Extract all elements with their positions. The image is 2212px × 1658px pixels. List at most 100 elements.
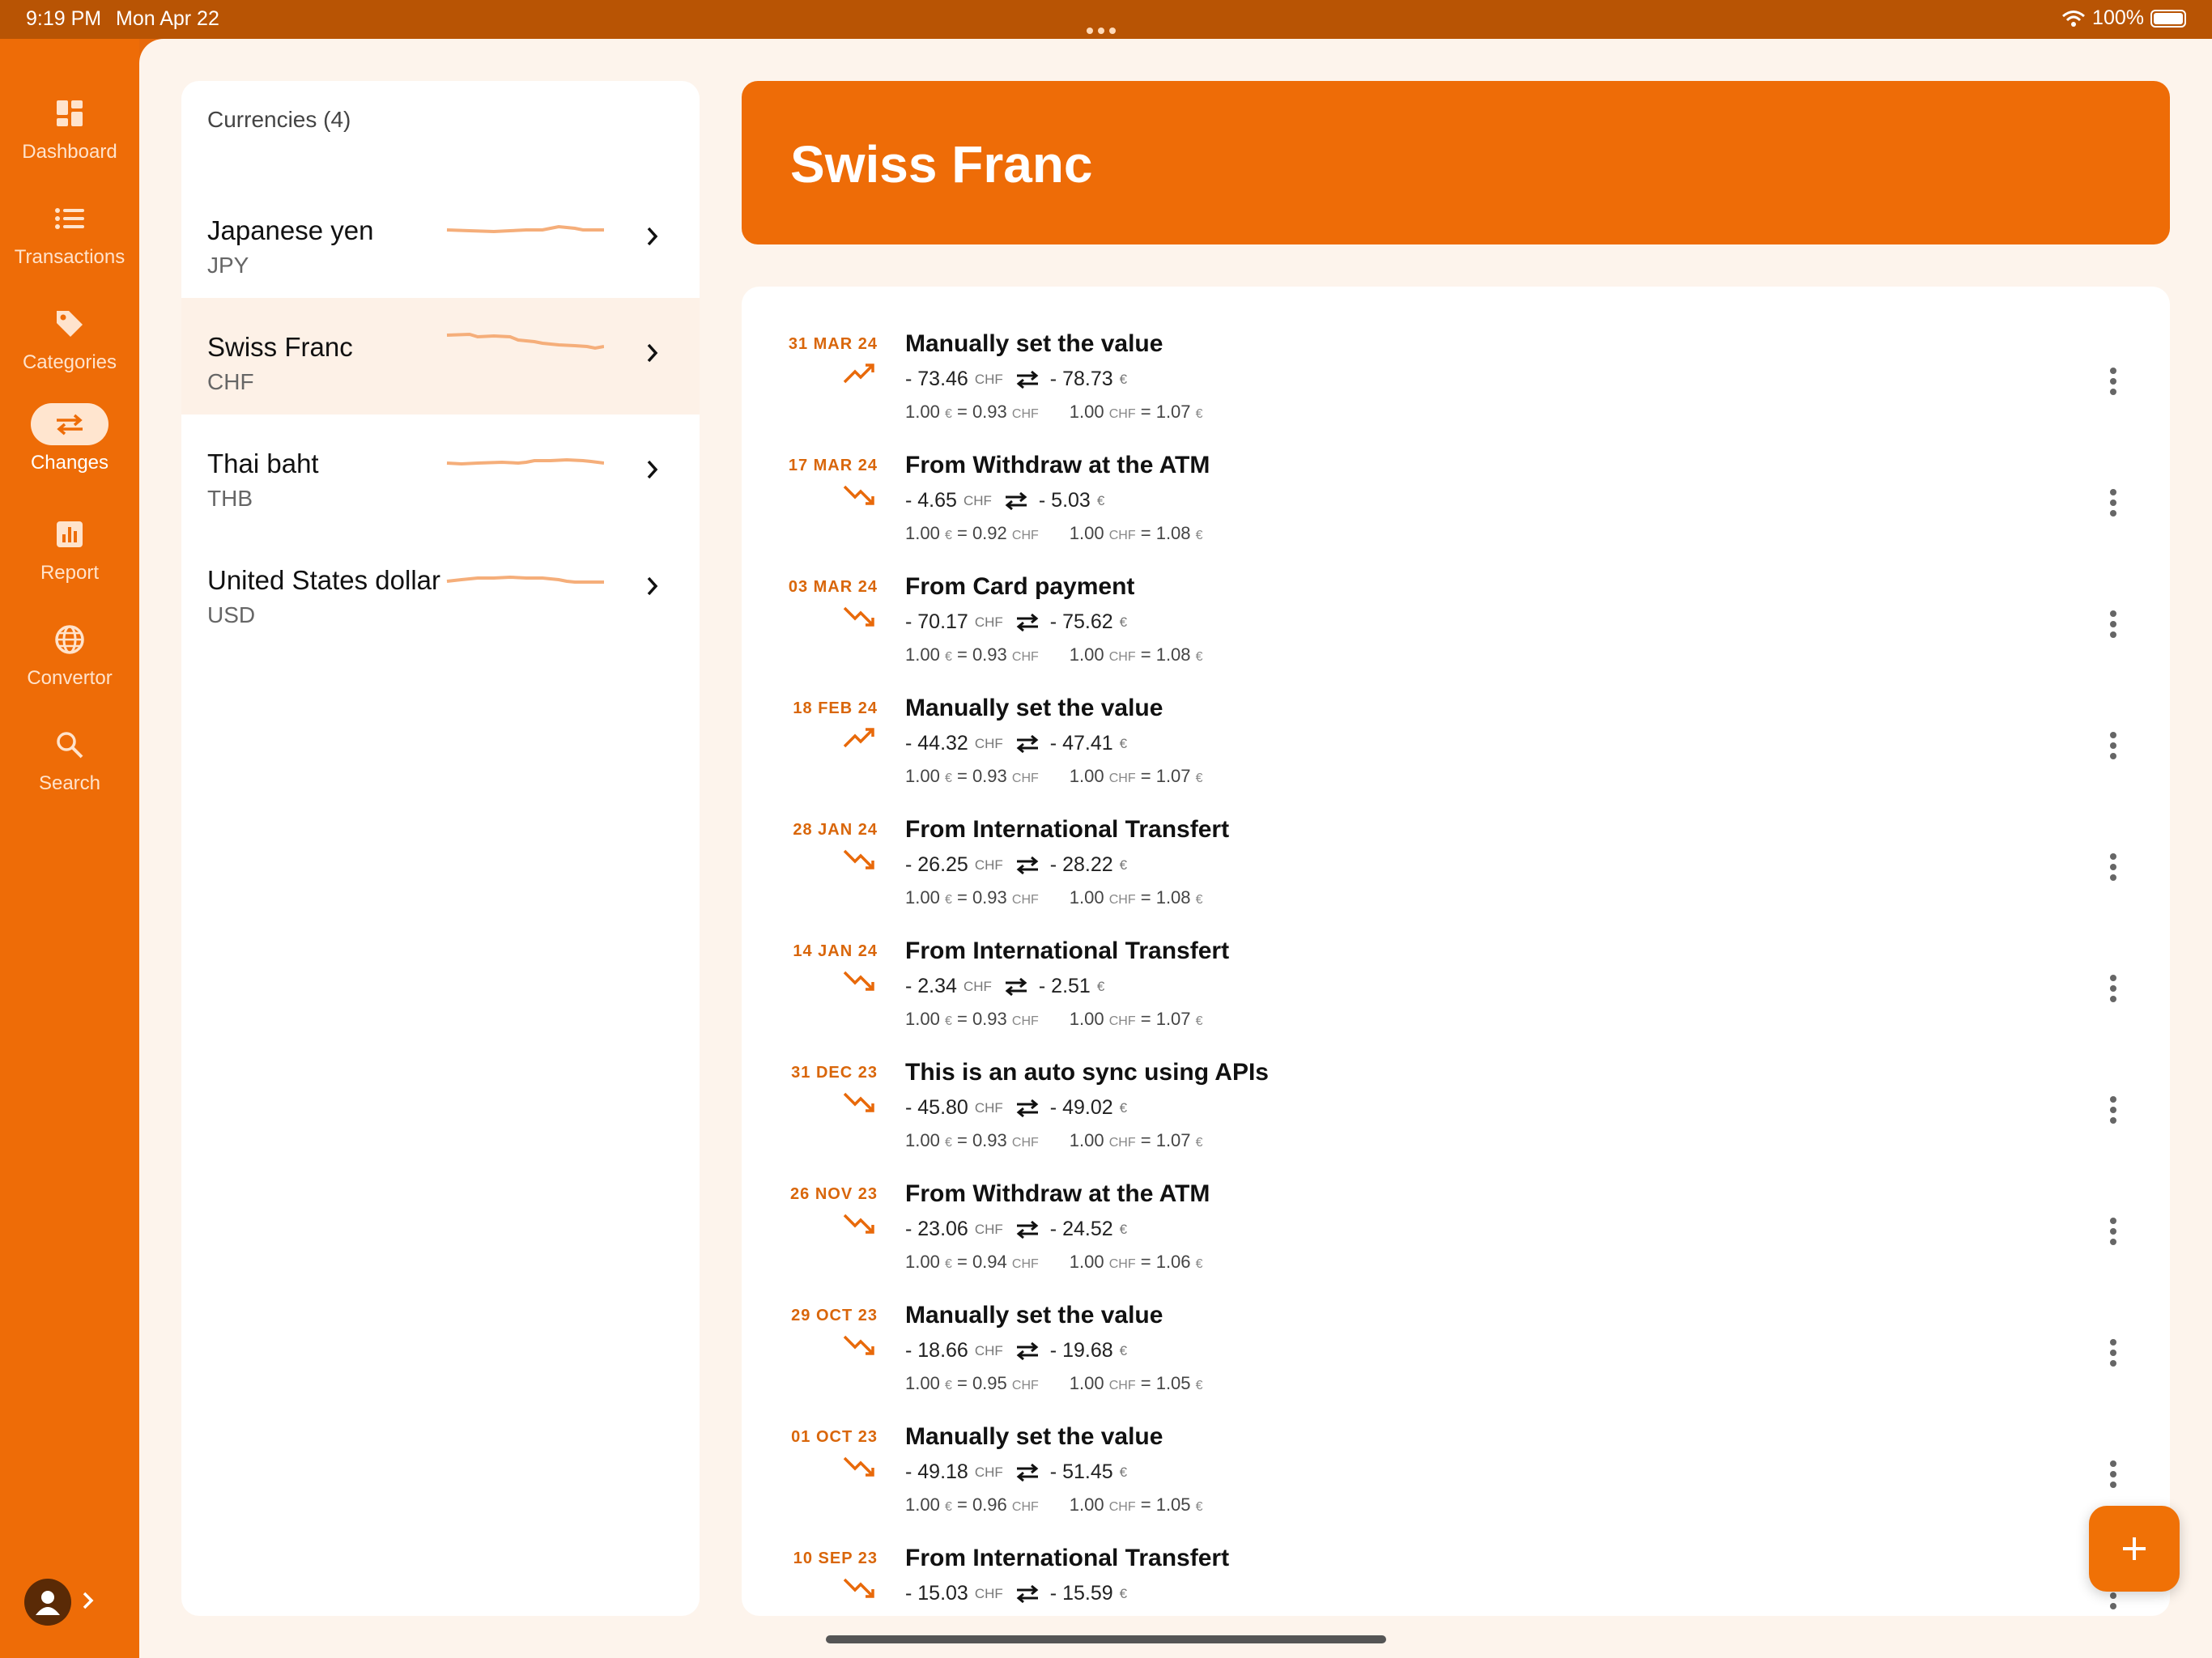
amount-eur: - 24.52 — [1049, 1218, 1113, 1240]
sidebar-item-label: Convertor — [27, 667, 113, 689]
swap-icon — [1005, 491, 1027, 510]
sidebar-item-convertor[interactable]: Convertor — [0, 619, 139, 690]
sidebar-item-dashboard[interactable]: Dashboard — [0, 92, 139, 164]
avatar[interactable] — [24, 1579, 71, 1626]
trend-down-icon — [843, 1578, 874, 1598]
transaction-row[interactable]: 01 OCT 23 Manually set the value - 49.18 CH… — [742, 1380, 2170, 1515]
trend-down-icon — [843, 485, 874, 505]
currency-row-thb[interactable]: Thai baht THB — [181, 414, 700, 531]
amount-chf: - 2.34 — [905, 975, 957, 997]
transaction-row[interactable]: 14 JAN 24 From International Transfert - 2… — [742, 894, 2170, 1029]
amount-eur: - 75.62 — [1049, 610, 1113, 633]
currency-row-jpy[interactable]: Japanese yen JPY — [181, 181, 700, 298]
chevron-right-icon[interactable] — [81, 1590, 96, 1611]
trend-down-icon — [843, 1092, 874, 1112]
more-options-icon[interactable] — [2108, 1096, 2118, 1125]
transaction-title: From Card payment — [905, 573, 1135, 600]
add-button[interactable] — [2089, 1506, 2180, 1592]
more-options-icon[interactable] — [2108, 368, 2118, 397]
transaction-list: 31 MAR 24 Manually set the value - 73.46 CH… — [742, 287, 2170, 1616]
status-right: 100% — [2061, 6, 2186, 30]
more-options-icon[interactable] — [2108, 610, 2118, 640]
sidebar-item-transactions[interactable]: Transactions — [0, 198, 139, 269]
unit-chf: CHF — [974, 1221, 1003, 1237]
unit-eur: € — [1119, 1464, 1128, 1480]
amount-eur: - 49.02 — [1049, 1096, 1113, 1119]
list-icon — [31, 198, 108, 240]
sidebar-item-label: Categories — [22, 351, 117, 373]
transaction-row[interactable]: 17 MAR 24 From Withdraw at the ATM - 4.65 C… — [742, 408, 2170, 543]
status-bar: 9:19 PM Mon Apr 22 100% — [0, 0, 2212, 39]
more-options-icon[interactable] — [2108, 1339, 2118, 1368]
sparkline — [446, 575, 604, 584]
currency-row-usd[interactable]: United States dollar USD — [181, 531, 700, 648]
transaction-date: 01 OCT 23 — [791, 1428, 878, 1446]
sidebar-item-report[interactable]: Report — [0, 513, 139, 585]
transaction-title: Manually set the value — [905, 1423, 1163, 1450]
multitasking-dots[interactable] — [1087, 16, 1125, 34]
currency-list-header: Currencies (4) — [207, 107, 351, 132]
transaction-date: 28 JAN 24 — [793, 821, 878, 839]
amount-chf: - 44.32 — [905, 732, 968, 755]
transaction-row[interactable]: 31 MAR 24 Manually set the value - 73.46 CH… — [742, 287, 2170, 422]
more-options-icon[interactable] — [2108, 1218, 2118, 1247]
amount-chf: - 26.25 — [905, 853, 968, 876]
transaction-amounts: - 2.34 CHF - 2.51 € — [905, 975, 1104, 998]
more-options-icon[interactable] — [2108, 975, 2118, 1004]
transaction-row[interactable]: 18 FEB 24 Manually set the value - 44.32 CH… — [742, 651, 2170, 786]
unit-chf: CHF — [974, 1585, 1003, 1601]
unit-chf: CHF — [974, 857, 1003, 873]
transaction-row[interactable]: 03 MAR 24 From Card payment - 70.17 CHF - 75… — [742, 529, 2170, 665]
plus-icon — [2123, 1537, 2146, 1560]
transaction-date: 10 SEP 23 — [793, 1550, 878, 1567]
sparkline — [446, 224, 604, 234]
more-options-icon[interactable] — [2108, 853, 2118, 882]
transaction-amounts: - 70.17 CHF - 75.62 € — [905, 610, 1127, 634]
transaction-amounts: - 73.46 CHF - 78.73 € — [905, 368, 1127, 391]
transaction-amounts: - 45.80 CHF - 49.02 € — [905, 1096, 1127, 1120]
amount-chf: - 18.66 — [905, 1339, 968, 1362]
trend-down-icon — [843, 1335, 874, 1355]
transaction-row[interactable]: 31 DEC 23 This is an auto sync using APIs… — [742, 1015, 2170, 1150]
transaction-row[interactable]: 28 JAN 24 From International Transfert - 2… — [742, 772, 2170, 908]
search-icon — [31, 724, 108, 766]
transaction-date: 03 MAR 24 — [788, 578, 878, 596]
more-options-icon[interactable] — [2108, 1460, 2118, 1490]
amount-eur: - 78.73 — [1049, 368, 1113, 390]
amount-chf: - 23.06 — [905, 1218, 968, 1240]
amount-chf: - 70.17 — [905, 610, 968, 633]
currency-name: Thai baht — [207, 449, 319, 478]
unit-eur: € — [1119, 614, 1128, 630]
transaction-row[interactable]: 29 OCT 23 Manually set the value - 18.66 CH… — [742, 1258, 2170, 1393]
page-title: Swiss Franc — [790, 135, 1093, 193]
sidebar-item-categories[interactable]: Categories — [0, 303, 139, 374]
transaction-row[interactable]: 26 NOV 23 From Withdraw at the ATM - 23.06… — [742, 1137, 2170, 1272]
chevron-right-icon — [647, 576, 658, 596]
globe-icon — [31, 619, 108, 661]
home-indicator — [826, 1635, 1386, 1643]
transaction-row[interactable]: 10 SEP 23 From International Transfert - 1… — [742, 1501, 2170, 1616]
trend-down-icon — [843, 1214, 874, 1234]
transaction-title: This is an auto sync using APIs — [905, 1059, 1269, 1086]
sidebar-item-changes[interactable]: Changes — [0, 403, 139, 474]
amount-eur: - 5.03 — [1038, 489, 1091, 512]
transaction-amounts: - 15.03 CHF - 15.59 € — [905, 1582, 1127, 1605]
currency-row-chf[interactable]: Swiss Franc CHF — [181, 298, 700, 414]
swap-icon — [31, 403, 108, 445]
more-options-icon[interactable] — [2108, 732, 2118, 761]
swap-icon — [1016, 370, 1039, 389]
sidebar-item-search[interactable]: Search — [0, 724, 139, 795]
chevron-right-icon — [647, 343, 658, 363]
currency-code: JPY — [207, 253, 249, 278]
unit-chf: CHF — [963, 978, 992, 994]
sparkline — [446, 457, 604, 466]
sidebar-item-label: Report — [40, 562, 100, 584]
unit-chf: CHF — [974, 371, 1003, 387]
transaction-amounts: - 23.06 CHF - 24.52 € — [905, 1218, 1127, 1241]
currency-name: Japanese yen — [207, 215, 374, 245]
transaction-amounts: - 49.18 CHF - 51.45 € — [905, 1460, 1127, 1484]
more-options-icon[interactable] — [2108, 489, 2118, 518]
unit-eur: € — [1119, 1585, 1128, 1601]
report-icon — [31, 513, 108, 555]
transaction-date: 17 MAR 24 — [788, 457, 878, 474]
